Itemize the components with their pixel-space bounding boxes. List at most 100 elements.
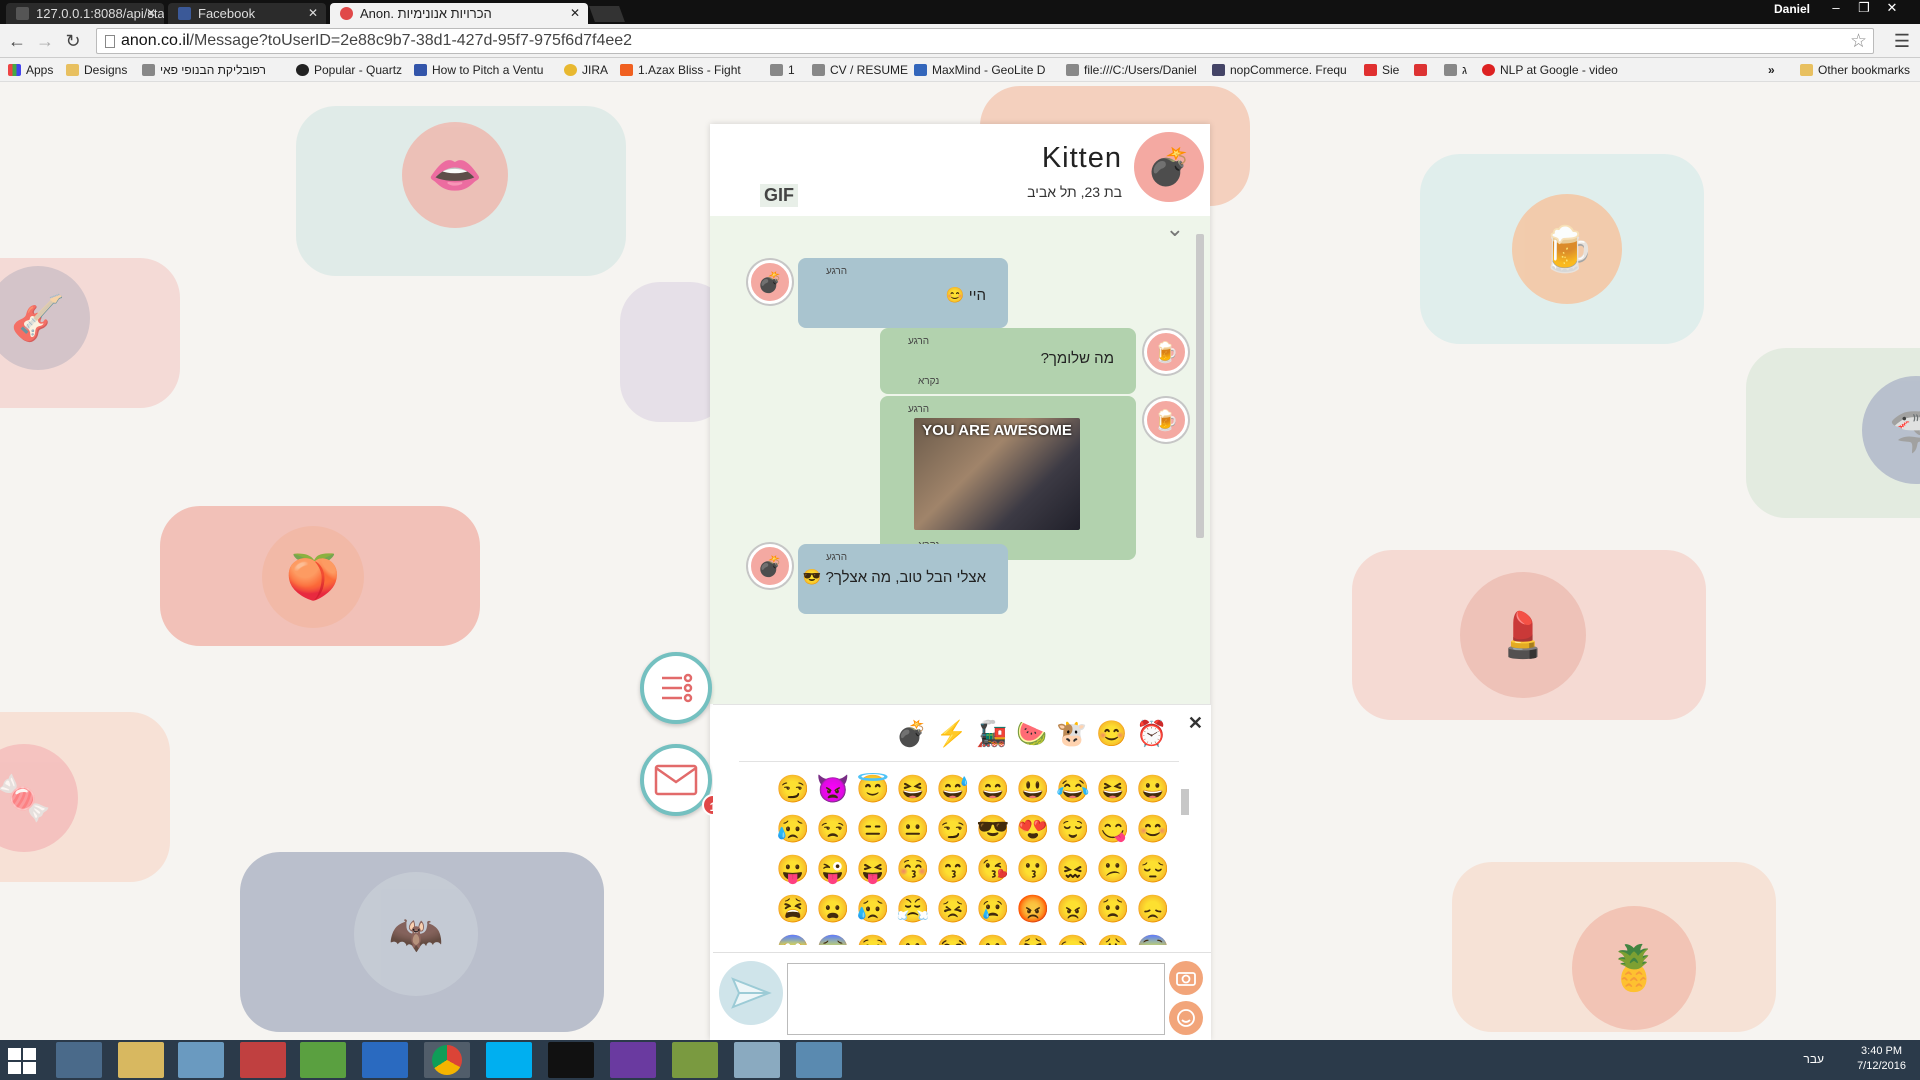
emoji-option[interactable]: 😐 <box>893 809 933 849</box>
bookmark-item[interactable]: Popular - Quartz <box>296 61 402 79</box>
emoji-option[interactable]: 😙 <box>933 849 973 889</box>
emoji-option[interactable]: 😡 <box>1013 889 1053 929</box>
bookmark-star-icon[interactable]: ☆ <box>1850 30 1867 53</box>
emoji-option[interactable]: 👿 <box>813 769 853 809</box>
emoji-option[interactable]: 😥 <box>853 889 893 929</box>
emoji-option[interactable]: 😨 <box>1133 929 1173 945</box>
bookmark-apps[interactable]: Apps <box>8 61 53 79</box>
emoji-option[interactable]: 😗 <box>1013 849 1053 889</box>
emoji-category-nature[interactable]: ⚡ <box>935 717 969 751</box>
emoji-option[interactable]: 😕 <box>1093 849 1133 889</box>
menu-icon[interactable]: ☰ <box>1894 31 1910 52</box>
emoji-option[interactable]: 😤 <box>893 889 933 929</box>
emoji-option[interactable]: 😑 <box>853 809 893 849</box>
emoji-option[interactable]: 😋 <box>1093 809 1133 849</box>
emoji-option[interactable]: 😂 <box>1053 769 1093 809</box>
bookmark-item[interactable]: Sie <box>1364 61 1399 79</box>
bookmark-item[interactable]: ג <box>1444 61 1467 79</box>
message-input[interactable] <box>787 963 1165 1035</box>
input-language[interactable]: עבר <box>1803 1052 1824 1066</box>
emoji-option[interactable]: 😛 <box>773 849 813 889</box>
outlook-icon[interactable] <box>362 1042 408 1078</box>
emoji-option[interactable]: 😦 <box>813 889 853 929</box>
emoji-option[interactable]: 😱 <box>773 929 813 945</box>
emoji-option[interactable]: 😊 <box>1133 809 1173 849</box>
reload-icon[interactable]: ↻ <box>62 30 84 52</box>
gif-image[interactable]: YOU ARE AWESOME <box>914 418 1080 530</box>
emoji-option[interactable]: 😖 <box>1053 849 1093 889</box>
emoji-option[interactable]: 😫 <box>773 889 813 929</box>
charts-app-icon[interactable] <box>672 1042 718 1078</box>
close-tab-icon[interactable]: ✕ <box>570 3 580 24</box>
contact-avatar[interactable]: 💣 <box>1134 132 1204 202</box>
notepad-icon[interactable] <box>178 1042 224 1078</box>
bookmark-item[interactable]: MaxMind - GeoLite D <box>914 61 1045 79</box>
address-bar[interactable]: anon.co.il/Message?toUserID=2e88c9b7-38d… <box>96 28 1874 54</box>
bookmark-item[interactable]: 1 <box>770 61 795 79</box>
emoji-option[interactable]: 😫 <box>1013 929 1053 945</box>
emoji-option[interactable]: 😰 <box>813 929 853 945</box>
bookmark-item[interactable]: file:///C:/Users/Daniel <box>1066 61 1197 79</box>
bookmark-item[interactable]: JIRA <box>564 61 608 79</box>
emoji-option[interactable]: 😏 <box>933 809 973 849</box>
emoji-toggle-button[interactable] <box>1169 1001 1203 1035</box>
emoji-option[interactable]: 😚 <box>893 849 933 889</box>
visual-studio-icon[interactable] <box>610 1042 656 1078</box>
close-window-icon[interactable]: ✕ <box>1878 0 1906 16</box>
system-clock[interactable]: 3:40 PM 7/12/2016 <box>1857 1044 1906 1074</box>
bookmark-item[interactable]: nopCommerce. Frequ <box>1212 61 1347 79</box>
back-icon[interactable]: ← <box>6 30 28 52</box>
menu-list-button[interactable] <box>640 652 712 724</box>
emoji-category-travel[interactable]: 🚂 <box>975 717 1009 751</box>
emoji-option[interactable]: 😯 <box>853 929 893 945</box>
emoji-option[interactable]: 😜 <box>813 849 853 889</box>
browser-tab-2[interactable]: Facebook ✕ <box>168 3 326 24</box>
emoji-option[interactable]: 😞 <box>1133 889 1173 929</box>
emoji-option[interactable]: 😠 <box>1053 889 1093 929</box>
url-text[interactable]: anon.co.il/Message?toUserID=2e88c9b7-38d… <box>121 32 632 50</box>
bookmark-designs[interactable]: Designs <box>66 61 127 79</box>
restore-icon[interactable]: ❐ <box>1850 0 1878 16</box>
bookmark-other[interactable]: Other bookmarks <box>1800 61 1910 79</box>
emoji-category-food[interactable]: 🍉 <box>1015 717 1049 751</box>
chevron-down-icon[interactable]: ⌄ <box>1166 216 1184 242</box>
emoji-option[interactable]: 😟 <box>1093 889 1133 929</box>
emoji-option[interactable]: 😩 <box>1093 929 1133 945</box>
emoji-option[interactable]: 😀 <box>1133 769 1173 809</box>
emoji-option[interactable]: 😅 <box>933 769 973 809</box>
emoji-option[interactable]: 😔 <box>1133 849 1173 889</box>
emoji-option[interactable]: 😄 <box>973 769 1013 809</box>
emoji-option[interactable]: 😪 <box>1053 929 1093 945</box>
emoji-option[interactable]: 😮 <box>893 929 933 945</box>
emoji-scrollbar[interactable] <box>1181 789 1189 815</box>
emoji-category-recent[interactable]: ⏰ <box>1135 717 1169 751</box>
forward-icon[interactable]: → <box>34 30 56 52</box>
minimize-icon[interactable]: – <box>1822 0 1850 16</box>
emoji-option[interactable]: 😢 <box>973 889 1013 929</box>
emoji-option[interactable]: 😆 <box>893 769 933 809</box>
browser-tab-3[interactable]: Anon. הכרויות אנונימיות ✕ <box>330 3 588 24</box>
emoji-option[interactable]: 😬 <box>973 929 1013 945</box>
bookmark-item[interactable]: רפובליקת הבנופי פאי <box>142 61 266 79</box>
browser-tab-1[interactable]: 127.0.0.1:8088/api/static? ✕ <box>6 3 164 24</box>
emoji-option[interactable]: 😇 <box>853 769 893 809</box>
emoji-option[interactable]: 😭 <box>933 929 973 945</box>
emoji-option[interactable]: 😥 <box>773 809 813 849</box>
emoji-option[interactable]: 😒 <box>813 809 853 849</box>
camera-button[interactable] <box>1169 961 1203 995</box>
emoji-option[interactable]: 😣 <box>933 889 973 929</box>
bookmark-item[interactable]: CV / RESUME <box>812 61 908 79</box>
windows-start-icon[interactable] <box>8 1048 36 1074</box>
bookmark-item[interactable]: NLP at Google - video <box>1482 61 1618 79</box>
emoji-category-people[interactable]: 😊 <box>1095 717 1129 751</box>
close-tab-icon[interactable]: ✕ <box>146 3 156 24</box>
apps-icon[interactable] <box>240 1042 286 1078</box>
emoji-category-animals[interactable]: 🐮 <box>1055 717 1089 751</box>
send-button[interactable] <box>719 961 783 1025</box>
utorrent-icon[interactable] <box>300 1042 346 1078</box>
skype-icon[interactable] <box>486 1042 532 1078</box>
emoji-option[interactable]: 😏 <box>773 769 813 809</box>
sql-icon[interactable] <box>56 1042 102 1078</box>
close-tab-icon[interactable]: ✕ <box>308 3 318 24</box>
bookmark-item[interactable]: How to Pitch a Ventu <box>414 61 543 79</box>
